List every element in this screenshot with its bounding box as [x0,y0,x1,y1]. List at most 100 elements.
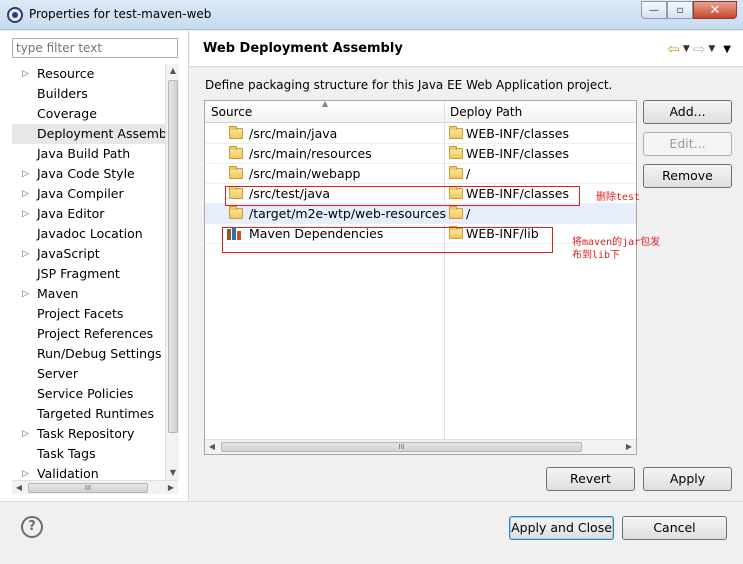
tree-item[interactable]: ▷ Java Editor [12,204,166,224]
scroll-down-icon[interactable]: ▼ [166,466,180,480]
scroll-thumb[interactable] [168,80,178,433]
scroll-thumb[interactable]: III [28,483,148,493]
tree-item[interactable]: Run/Debug Settings [12,344,166,364]
scroll-up-icon[interactable]: ▲ [166,64,180,78]
back-arrow-icon[interactable]: ⇦ [667,40,680,58]
expand-arrow-icon[interactable]: ▷ [22,424,29,444]
forward-dropdown-icon[interactable]: ▼ [708,44,715,54]
expand-arrow-icon[interactable]: ▷ [22,184,29,204]
annotation-maven-jar-line2: 布到lib下 [572,250,621,261]
deploy-path-cell: / [466,166,471,181]
cancel-button[interactable]: Cancel [622,516,727,540]
page-title: Web Deployment Assembly [203,41,403,56]
page-header: Web Deployment Assembly ⇦ ▼ ⇨ ▼ ▼ [190,31,743,67]
tree-item[interactable]: ▷ JavaScript [12,244,166,264]
tree-item-label: Server [37,366,78,381]
tree-item[interactable]: Targeted Runtimes [12,404,166,424]
tree-item[interactable]: ▷ Java Compiler [12,184,166,204]
title-bar: Properties for test-maven-web — ▫ ✕ [0,0,743,30]
tree-item[interactable]: Coverage [12,104,166,124]
page-description: Define packaging structure for this Java… [205,78,613,92]
folder-icon [229,146,243,159]
source-cell: /src/main/java [249,126,338,141]
tree-item[interactable]: Service Policies [12,384,166,404]
scroll-left-icon[interactable]: ◀ [12,481,26,495]
tree-item[interactable]: Builders [12,84,166,104]
annotation-maven-jar-line1: 将maven的jar包发 [572,237,661,248]
tree-item-label: Javadoc Location [37,226,143,241]
tree-item[interactable]: JSP Fragment [12,264,166,284]
annotation-remove-test: 删除test [596,192,641,203]
source-cell: /src/main/webapp [249,166,361,181]
table-row[interactable]: /target/m2e-wtp/web-resources / [205,204,636,224]
tree-item-label: Java Build Path [37,146,131,161]
source-cell: /src/main/resources [249,146,372,161]
deploy-path-cell: WEB-INF/classes [466,126,570,141]
scroll-left-icon[interactable]: ◀ [205,440,219,454]
tree-item[interactable]: ▷ Java Code Style [12,164,166,184]
scroll-thumb[interactable]: III [221,442,582,452]
properties-tree: ▷ Resource Builders Coverage Deployment Asse… [12,64,166,480]
help-icon[interactable]: ? [21,516,43,538]
scroll-right-icon[interactable]: ▶ [622,440,636,454]
deploy-path-cell: / [466,206,471,221]
tree-item[interactable]: Deployment Assembly [12,124,166,144]
tree-item[interactable]: Javadoc Location [12,224,166,244]
scroll-right-icon[interactable]: ▶ [164,481,178,495]
tree-item-label: Validation [37,466,99,480]
folder-icon [229,166,243,179]
expand-arrow-icon[interactable]: ▷ [22,164,29,184]
expand-arrow-icon[interactable]: ▷ [22,64,29,84]
close-button[interactable]: ✕ [693,1,737,19]
tree-horizontal-scrollbar[interactable]: ◀ III ▶ [12,480,178,494]
folder-icon [229,126,243,139]
tree-vertical-scrollbar[interactable]: ▲ ▼ [165,64,179,480]
table-horizontal-scrollbar[interactable]: ◀ III ▶ [205,439,636,454]
tree-item-label: Project References [37,326,154,341]
deploy-path-cell: WEB-INF/classes [466,146,570,161]
table-row[interactable]: /src/main/webapp / [205,164,636,184]
assembly-table: Source ▲ Deploy Path /src/main/java WEB-I… [204,100,637,455]
expand-arrow-icon[interactable]: ▷ [22,204,29,224]
folder-icon [449,166,463,179]
history-nav: ⇦ ▼ ⇨ ▼ ▼ [667,40,731,58]
add-button[interactable]: Add... [643,100,732,124]
minimize-button[interactable]: — [641,1,667,19]
tree-item[interactable]: ▷ Maven [12,284,166,304]
expand-arrow-icon[interactable]: ▷ [22,244,29,264]
column-header-deploy-path[interactable]: Deploy Path [450,105,522,119]
tree-item-label: Maven [37,286,79,301]
tree-item[interactable]: Project Facets [12,304,166,324]
expand-arrow-icon[interactable]: ▷ [22,284,29,304]
tree-item-label: Coverage [37,106,97,121]
filter-input[interactable] [12,38,178,58]
table-row[interactable]: /src/main/resources WEB-INF/classes [205,144,636,164]
folder-icon [449,146,463,159]
tree-item-label: Task Tags [37,446,96,461]
table-row[interactable]: /src/main/java WEB-INF/classes [205,124,636,144]
view-menu-icon[interactable]: ▼ [723,44,731,55]
tree-item[interactable]: Project References [12,324,166,344]
back-dropdown-icon[interactable]: ▼ [683,44,690,54]
remove-button[interactable]: Remove [643,164,732,188]
folder-icon [229,206,243,219]
folder-icon [449,126,463,139]
tree-item-label: Resource [37,66,95,81]
apply-button[interactable]: Apply [643,467,732,491]
edit-button[interactable]: Edit... [643,132,732,156]
tree-item[interactable]: Server [12,364,166,384]
column-header-source[interactable]: Source [211,105,252,119]
tree-item[interactable]: ▷ Validation [12,464,166,480]
tree-item-label: Java Compiler [37,186,124,201]
revert-button[interactable]: Revert [546,467,635,491]
tree-item[interactable]: ▷ Task Repository [12,424,166,444]
tree-item-label: Java Code Style [37,166,135,181]
expand-arrow-icon[interactable]: ▷ [22,464,29,480]
maximize-button[interactable]: ▫ [667,1,693,19]
tree-item[interactable]: Java Build Path [12,144,166,164]
tree-item[interactable]: Task Tags [12,444,166,464]
apply-and-close-button[interactable]: Apply and Close [509,516,614,540]
forward-arrow-icon[interactable]: ⇨ [693,40,706,58]
tree-item[interactable]: ▷ Resource [12,64,166,84]
tree-item-label: Builders [37,86,88,101]
